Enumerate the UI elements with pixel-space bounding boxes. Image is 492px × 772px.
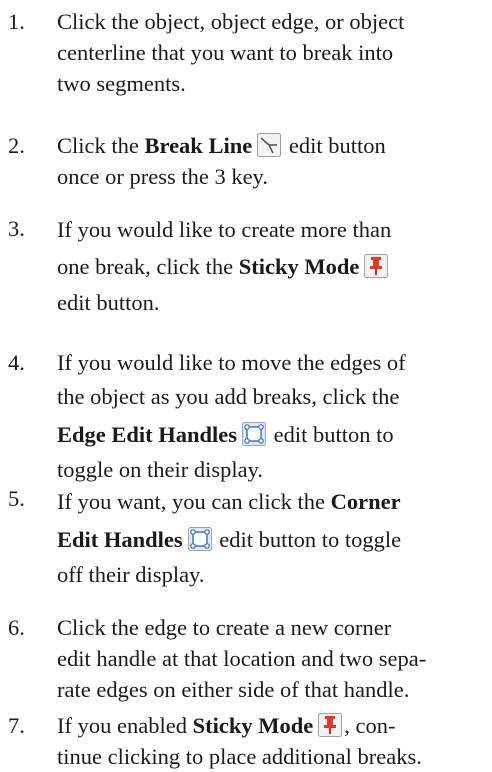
step-text-line: centerline that you want to break into xyxy=(57,40,394,65)
break-line-icon xyxy=(257,133,282,157)
step-text: edit button xyxy=(288,133,386,158)
edge-edit-handles-label: Edge Edit Handles xyxy=(57,422,238,447)
step-text-line: tinue clicking to place additional break… xyxy=(57,744,422,769)
step-text: edit button to xyxy=(273,422,394,447)
step-text-line: the object as you add breaks, click the xyxy=(57,384,400,409)
step-text-line: two segments. xyxy=(57,71,186,96)
step-text-line: toggle on their display. xyxy=(57,457,264,482)
step-text-line: Click the object, object edge, or object xyxy=(57,9,405,34)
step-text-line: rate edges on either side of that handle… xyxy=(57,677,410,702)
step-number: 5. xyxy=(8,486,25,511)
corner-label: Corner xyxy=(330,489,401,514)
sticky-mode-label: Sticky Mode xyxy=(238,254,360,279)
step-text: , con- xyxy=(344,713,396,738)
step-text: edit button to toggle xyxy=(219,527,402,552)
pushpin-icon xyxy=(318,713,343,737)
step-text-line: off their display. xyxy=(57,562,205,587)
step-text-line: once or press the 3 key. xyxy=(57,164,268,189)
edit-handles-icon xyxy=(187,527,212,551)
step-text: If you want, you can click the xyxy=(57,489,326,514)
sticky-mode-label: Sticky Mode xyxy=(192,713,314,738)
break-line-label: Break Line xyxy=(144,133,253,158)
step-text-line: If you would like to move the edges of xyxy=(57,350,406,375)
step-number: 6. xyxy=(8,615,25,640)
step-number: 3. xyxy=(8,216,25,241)
step-text-line: If you would like to create more than xyxy=(57,217,392,242)
pushpin-icon xyxy=(364,254,389,278)
step-number: 1. xyxy=(8,9,25,34)
step-text-line: edit handle at that location and two sep… xyxy=(57,646,427,671)
step-number: 7. xyxy=(8,713,25,738)
step-text-line: edit button. xyxy=(57,290,160,315)
step-text-line: Click the edge to create a new corner xyxy=(57,615,392,640)
step-text: If you enabled xyxy=(57,713,187,738)
step-number: 2. xyxy=(8,133,25,158)
step-text: one break, click the xyxy=(57,254,234,279)
step-text: Click the xyxy=(57,133,139,158)
edit-handles-label: Edit Handles xyxy=(57,527,183,552)
step-number: 4. xyxy=(8,350,25,375)
edit-handles-icon xyxy=(242,422,267,446)
